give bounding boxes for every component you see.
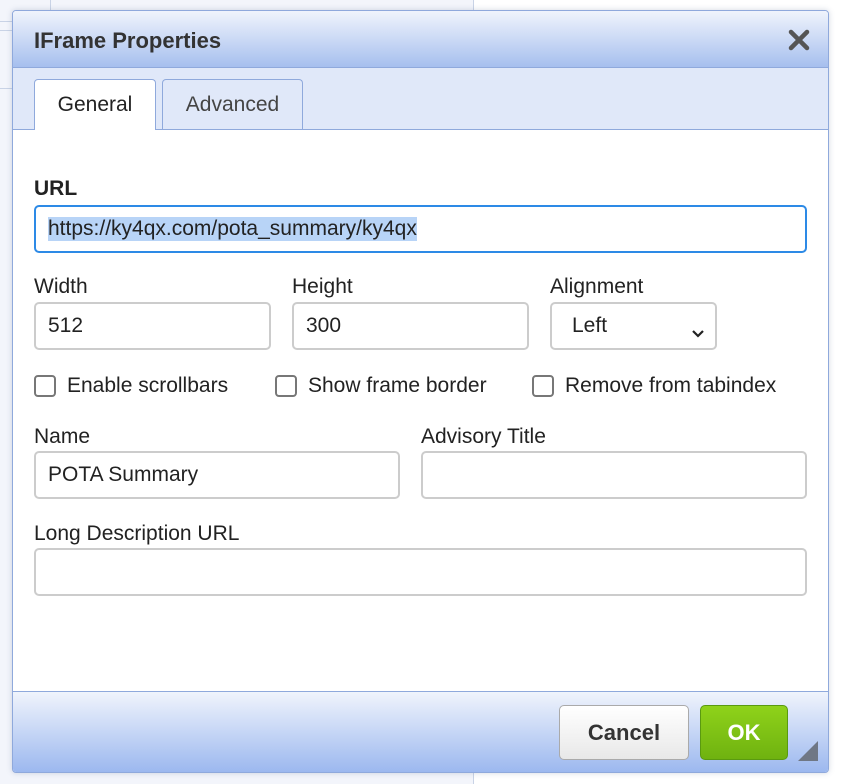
iframe-properties-dialog: IFrame Properties General Advanced URL h… bbox=[12, 10, 829, 773]
long-description-url-input[interactable] bbox=[34, 548, 807, 596]
checkbox-box[interactable] bbox=[532, 375, 554, 397]
ok-button[interactable]: OK bbox=[700, 705, 788, 760]
dialog-titlebar[interactable]: IFrame Properties bbox=[13, 11, 828, 68]
name-input[interactable]: POTA Summary bbox=[34, 451, 400, 499]
dialog-title: IFrame Properties bbox=[34, 28, 222, 53]
advisory-title-label: Advisory Title bbox=[421, 425, 546, 448]
cancel-button[interactable]: Cancel bbox=[559, 705, 689, 760]
long-description-url-label: Long Description URL bbox=[34, 522, 240, 545]
tab-label: General bbox=[57, 93, 133, 116]
alignment-value: Left bbox=[572, 314, 608, 337]
checkbox-label: Remove from tabindex bbox=[565, 374, 777, 397]
width-value: 512 bbox=[48, 314, 84, 337]
alignment-label: Alignment bbox=[550, 275, 644, 298]
enable-scrollbars-checkbox[interactable]: Enable scrollbars bbox=[34, 374, 228, 398]
resize-handle-icon[interactable] bbox=[798, 741, 818, 761]
height-input[interactable]: 300 bbox=[292, 302, 529, 350]
url-value: https://ky4qx.com/pota_summary/ky4qx bbox=[48, 217, 417, 241]
tab-label: Advanced bbox=[185, 92, 280, 116]
height-value: 300 bbox=[306, 314, 342, 337]
checkbox-box[interactable] bbox=[34, 375, 56, 397]
url-input[interactable]: https://ky4qx.com/pota_summary/ky4qx bbox=[34, 205, 807, 253]
chevron-down-icon bbox=[691, 321, 705, 338]
checkbox-label: Enable scrollbars bbox=[67, 374, 229, 397]
ok-label: OK bbox=[727, 719, 761, 745]
tab-general[interactable]: General bbox=[34, 79, 156, 130]
width-input[interactable]: 512 bbox=[34, 302, 271, 350]
remove-from-tabindex-checkbox[interactable]: Remove from tabindex bbox=[532, 374, 776, 398]
background-divider bbox=[0, 88, 12, 89]
tab-bar: General Advanced bbox=[13, 68, 828, 130]
dialog-footer: Cancel OK bbox=[13, 691, 828, 772]
cancel-label: Cancel bbox=[587, 719, 661, 745]
general-tab-panel: URL https://ky4qx.com/pota_summary/ky4qx… bbox=[13, 130, 828, 692]
alignment-select[interactable]: Left bbox=[550, 302, 717, 350]
advisory-title-input[interactable] bbox=[421, 451, 807, 499]
close-icon[interactable] bbox=[788, 29, 810, 51]
height-label: Height bbox=[292, 275, 353, 298]
checkbox-label: Show frame border bbox=[308, 374, 487, 397]
url-label: URL bbox=[34, 177, 78, 200]
name-label: Name bbox=[34, 425, 91, 448]
name-value: POTA Summary bbox=[48, 463, 199, 486]
width-label: Width bbox=[34, 275, 88, 298]
checkbox-box[interactable] bbox=[275, 375, 297, 397]
tab-advanced[interactable]: Advanced bbox=[162, 79, 303, 129]
show-frame-border-checkbox[interactable]: Show frame border bbox=[275, 374, 487, 398]
